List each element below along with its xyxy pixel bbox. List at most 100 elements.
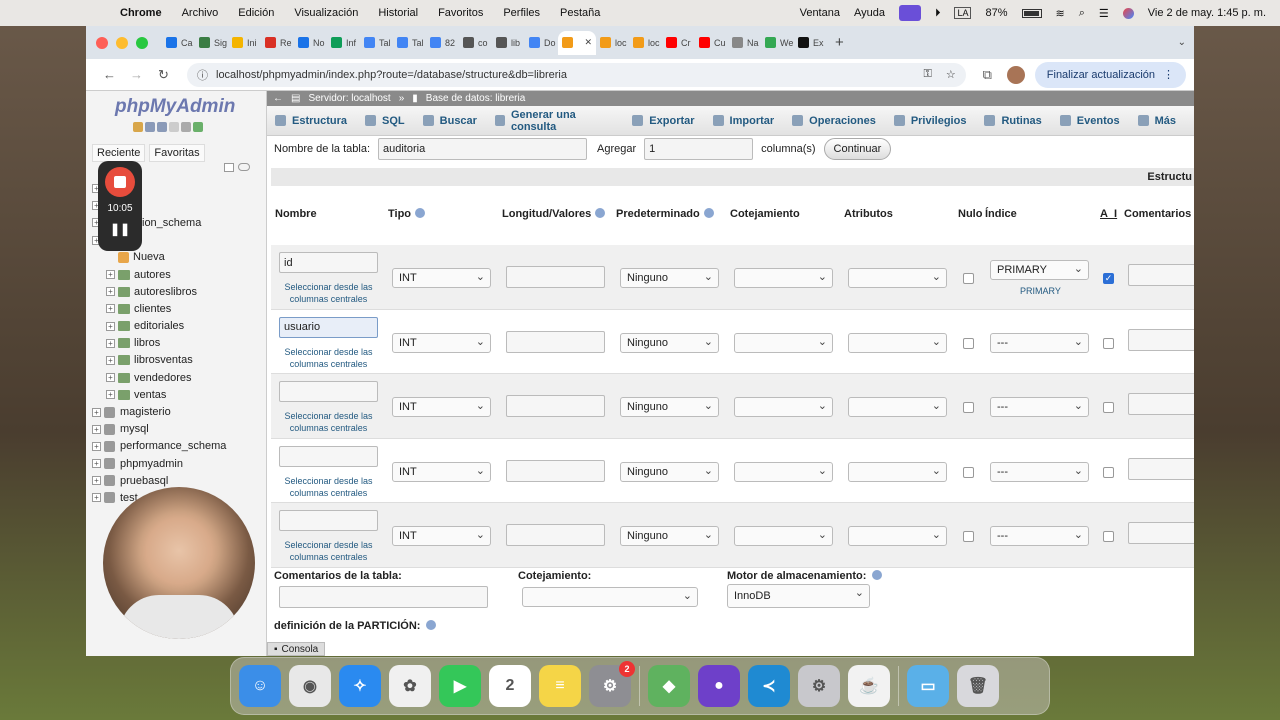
collation-select[interactable] — [734, 461, 833, 482]
tree-item[interactable]: + clientes — [92, 300, 262, 317]
attributes-select[interactable] — [848, 332, 947, 353]
browser-tab[interactable]: lib — [492, 31, 525, 55]
help-icon[interactable] — [415, 208, 426, 218]
dock-finder-icon[interactable]: ☺ — [239, 665, 281, 707]
menu-item[interactable]: Favoritos — [438, 7, 483, 19]
default-select[interactable]: Ninguno — [620, 332, 719, 353]
profile-avatar[interactable] — [1006, 65, 1025, 84]
attributes-select[interactable] — [848, 526, 947, 546]
expand-icon[interactable]: + — [106, 390, 115, 400]
tree-item[interactable]: Nueva — [92, 249, 262, 266]
expand-icon[interactable]: + — [92, 459, 101, 469]
attributes-select[interactable] — [848, 397, 947, 417]
browser-tab[interactable]: Ini — [228, 31, 261, 55]
length-input[interactable] — [506, 524, 605, 546]
site-info-icon[interactable]: ⓘ — [197, 67, 208, 83]
nav-importar[interactable]: Importar — [712, 115, 774, 127]
nav-generar-una-consulta[interactable]: Generar una consulta — [494, 109, 614, 133]
more-menu-icon[interactable]: ⋮ — [1163, 68, 1174, 81]
dock-folder-icon[interactable]: ▭ — [907, 665, 949, 707]
expand-icon[interactable]: + — [106, 287, 115, 297]
length-input[interactable] — [506, 395, 605, 417]
menu-item[interactable]: Archivo — [182, 7, 219, 19]
continue-button[interactable]: Continuar — [823, 138, 892, 160]
new-tab-button[interactable]: + — [835, 34, 844, 51]
menu-item[interactable]: Visualización — [294, 7, 358, 19]
browser-tab[interactable]: Cu — [695, 31, 728, 55]
browser-tab[interactable]: We — [761, 31, 794, 55]
tree-item[interactable]: + autoreslibros — [92, 283, 262, 300]
browser-tab[interactable]: loc — [629, 31, 662, 55]
help-icon[interactable] — [872, 570, 883, 580]
browser-tab[interactable]: Inf — [327, 31, 360, 55]
maximize-window-button[interactable] — [136, 36, 148, 49]
tree-item[interactable]: + magisterio — [92, 403, 262, 420]
menu-item[interactable]: Chrome — [120, 7, 162, 19]
console-toggle[interactable]: ▪ Consola — [267, 642, 326, 656]
nav-más[interactable]: Más — [1137, 115, 1176, 127]
browser-tab[interactable]: Tal — [360, 31, 393, 55]
auto-increment-checkbox[interactable] — [1103, 531, 1114, 542]
length-input[interactable] — [506, 459, 605, 482]
url-bar[interactable]: ⓘ localhost/phpmyadmin/index.php?route=/… — [187, 62, 966, 87]
phpmyadmin-logo[interactable]: phpMyAdmin — [115, 96, 235, 118]
exit-icon[interactable] — [145, 122, 155, 132]
index-select[interactable]: PRIMARY — [990, 260, 1089, 280]
nav-sql[interactable]: SQL — [365, 115, 405, 127]
help-icon[interactable] — [595, 208, 606, 218]
dock-photos-icon[interactable]: ✿ — [389, 665, 431, 707]
menu-item[interactable]: Pestaña — [560, 7, 600, 19]
nav-buscar[interactable]: Buscar — [422, 115, 477, 127]
auto-increment-checkbox[interactable] — [1103, 402, 1114, 413]
browser-tab[interactable]: No — [294, 31, 327, 55]
expand-icon[interactable]: + — [106, 304, 115, 314]
home-icon[interactable] — [133, 122, 143, 132]
clock[interactable]: Vie 2 de may. 1:45 p. m. — [1148, 7, 1266, 19]
expand-icon[interactable]: + — [106, 373, 115, 383]
browser-tab[interactable]: Re — [261, 31, 294, 55]
nav-exportar[interactable]: Exportar — [632, 115, 695, 127]
type-select[interactable]: INT — [392, 461, 491, 482]
default-select[interactable]: Ninguno — [620, 397, 719, 417]
length-input[interactable] — [506, 330, 605, 353]
reload-button[interactable]: ↻ — [150, 67, 177, 83]
breadcrumb-db[interactable]: Base de datos: libreria — [426, 93, 526, 104]
field-name-input[interactable]: usuario — [279, 316, 378, 338]
browser-tab[interactable]: ✕ — [558, 30, 596, 55]
dock-trash-icon[interactable]: 🗑 — [957, 665, 999, 707]
default-select[interactable]: Ninguno — [620, 268, 719, 288]
menu-item[interactable]: Edición — [238, 7, 274, 19]
browser-tab[interactable]: 82 — [426, 31, 459, 55]
menu-item[interactable]: Perfiles — [503, 7, 540, 19]
stop-recording-button[interactable] — [105, 167, 135, 197]
dock-calendar-icon[interactable]: 2 — [489, 665, 531, 707]
table-comments-input[interactable] — [279, 586, 488, 608]
field-name-input[interactable] — [279, 445, 378, 467]
browser-tab[interactable]: Ex — [794, 31, 827, 55]
collation-select[interactable] — [734, 526, 833, 546]
browser-tab[interactable]: Sig — [195, 31, 228, 55]
comments-input[interactable] — [1128, 328, 1194, 351]
wifi-icon[interactable]: ≋ — [1056, 7, 1065, 20]
auto-increment-checkbox[interactable]: ✓ — [1103, 273, 1114, 284]
help-icon[interactable] — [157, 122, 167, 132]
expand-icon[interactable]: + — [92, 424, 101, 434]
dock-chrome-icon[interactable]: ◉ — [289, 665, 331, 707]
tree-item[interactable]: + libros — [92, 335, 262, 352]
nav-operaciones[interactable]: Operaciones — [792, 115, 876, 127]
expand-icon[interactable]: + — [106, 338, 115, 348]
type-select[interactable]: INT — [392, 332, 491, 353]
tree-item[interactable]: + vendedores — [92, 369, 262, 386]
dock-java-icon[interactable]: ☕ — [848, 665, 890, 707]
null-checkbox[interactable] — [963, 531, 974, 542]
browser-tab[interactable]: loc — [596, 31, 629, 55]
help-icon[interactable] — [426, 620, 437, 630]
reload-icon[interactable] — [193, 122, 203, 132]
field-name-input[interactable] — [279, 510, 378, 531]
central-columns-link[interactable]: Seleccionar desde las columnas centrales — [279, 475, 378, 499]
expand-icon[interactable]: + — [92, 407, 101, 417]
attributes-select[interactable] — [848, 461, 947, 482]
index-select[interactable]: --- — [990, 332, 1089, 353]
bookmark-star-icon[interactable]: ☆ — [946, 68, 956, 81]
tab-search-chevron-icon[interactable]: ⌄ — [1178, 37, 1186, 48]
